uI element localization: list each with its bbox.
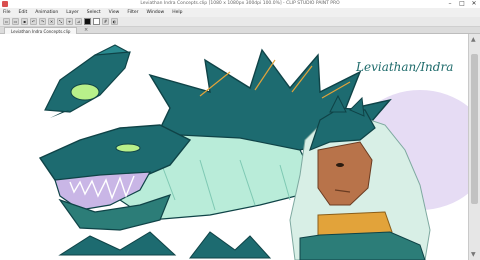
menu-filter[interactable]: Filter — [127, 8, 138, 17]
menu-animation[interactable]: Animation — [35, 8, 58, 17]
menu-layer[interactable]: Layer — [66, 8, 79, 17]
vertical-scrollbar[interactable]: ▲ ▼ — [468, 34, 480, 260]
scroll-down-icon[interactable]: ▼ — [471, 251, 476, 258]
canvas[interactable]: Leviathan/Indra — [0, 34, 468, 260]
menu-help[interactable]: Help — [172, 8, 182, 17]
scroll-up-icon[interactable]: ▲ — [471, 36, 476, 43]
menu-select[interactable]: Select — [87, 8, 101, 17]
document-tab[interactable]: Leviathan Indra Concepts.clip — [4, 27, 78, 34]
title-bar: Leviathan Indra Concepts.clip [1080 x 10… — [0, 0, 480, 8]
lower-spines-left — [58, 231, 177, 256]
window-title: Leviathan Indra Concepts.clip [1080 x 10… — [140, 1, 340, 6]
snap-icon[interactable]: ⌖ — [66, 18, 73, 25]
app-icon — [2, 1, 8, 7]
small-dragon-head — [44, 51, 131, 113]
ruler-icon[interactable]: ⊿ — [75, 18, 82, 25]
signature: Leviathan/Indra — [356, 60, 454, 74]
tab-close-icon[interactable]: × — [84, 27, 88, 34]
clear-icon[interactable]: ✕ — [48, 18, 55, 25]
open-icon[interactable]: ▭ — [12, 18, 19, 25]
mode-icon[interactable]: ◐ — [111, 18, 118, 25]
dragon-eye — [115, 143, 141, 153]
undo-icon[interactable]: ↶ — [30, 18, 37, 25]
menu-bar: File Edit Animation Layer Select View Fi… — [0, 8, 480, 17]
command-bar: ▫ ▭ ▪ ↶ ↷ ✕ ⤡ ⌖ ⊿ # ◐ — [0, 17, 480, 27]
maximize-button[interactable]: □ — [458, 0, 466, 8]
main-color-swatch[interactable] — [84, 18, 91, 25]
grid-icon[interactable]: # — [102, 18, 109, 25]
menu-edit[interactable]: Edit — [19, 8, 28, 17]
menu-view[interactable]: View — [109, 8, 120, 17]
window-controls: – □ ✕ — [446, 0, 478, 8]
minimize-button[interactable]: – — [446, 0, 454, 8]
new-icon[interactable]: ▫ — [3, 18, 10, 25]
character-eye — [336, 163, 344, 167]
scroll-thumb[interactable] — [471, 54, 478, 204]
lower-spines-right — [188, 231, 272, 259]
close-button[interactable]: ✕ — [470, 0, 478, 8]
small-dragon-eye — [70, 83, 100, 101]
menu-window[interactable]: Window — [146, 8, 164, 17]
sub-color-swatch[interactable] — [93, 18, 100, 25]
transform-icon[interactable]: ⤡ — [57, 18, 64, 25]
document-tab-bar: Leviathan Indra Concepts.clip × — [0, 27, 480, 34]
redo-icon[interactable]: ↷ — [39, 18, 46, 25]
save-icon[interactable]: ▪ — [21, 18, 28, 25]
menu-file[interactable]: File — [3, 8, 11, 17]
